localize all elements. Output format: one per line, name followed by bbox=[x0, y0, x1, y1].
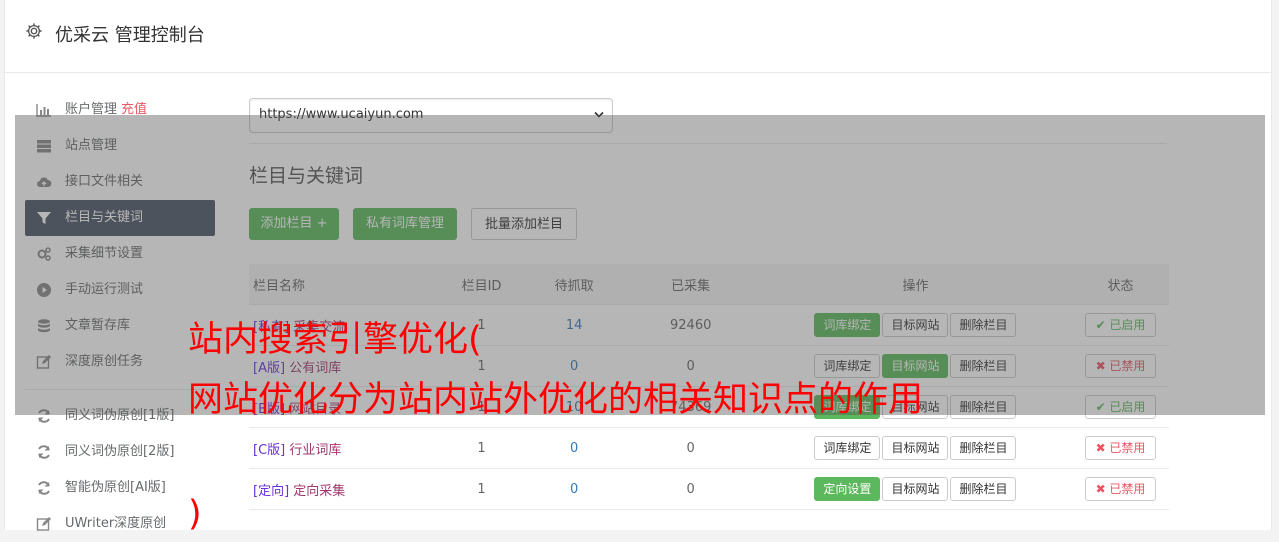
status-cell: ✖ 已禁用 bbox=[1072, 468, 1169, 510]
delete-column-button[interactable]: 删除栏目 bbox=[950, 436, 1017, 460]
column-name-cell: [定向] 定向采集 bbox=[249, 468, 438, 510]
lexicon-bind-button[interactable]: 词库绑定 bbox=[814, 436, 881, 460]
refresh-icon bbox=[38, 481, 50, 495]
refresh-icon bbox=[38, 445, 50, 459]
column-name-link[interactable]: 行业词库 bbox=[289, 443, 341, 458]
target-site-button[interactable]: 目标网站 bbox=[882, 436, 949, 460]
pending-count: 0 bbox=[525, 427, 623, 469]
overlay-text-line3: ) bbox=[188, 494, 202, 534]
sidebar-item-label: 智能伪原创[AI版] bbox=[65, 480, 166, 495]
column-id: 1 bbox=[437, 427, 526, 469]
sidebar-item-synonym-v2[interactable]: 同义词伪原创[2版] bbox=[25, 434, 215, 470]
column-name-link[interactable]: 定向采集 bbox=[293, 484, 345, 499]
sidebar-item-label: UWriter深度原创 bbox=[65, 516, 167, 531]
table-row: [定向] 定向采集 1 0 0 定向设置 目标网站 删除栏目 ✖ 已禁用 bbox=[249, 468, 1169, 510]
table-row: [C版] 行业词库 1 0 0 词库绑定 目标网站 删除栏目 ✖ 已禁用 bbox=[249, 427, 1169, 469]
sidebar-item-label: 同义词伪原创[2版] bbox=[65, 444, 175, 459]
lexicon-bind-button[interactable]: 定向设置 bbox=[814, 477, 881, 501]
column-tag: [定向] bbox=[253, 483, 290, 499]
status-toggle[interactable]: ✖ 已禁用 bbox=[1084, 477, 1157, 501]
delete-column-button[interactable]: 删除栏目 bbox=[950, 477, 1017, 501]
collected-count: 0 bbox=[622, 468, 759, 510]
page-title: 优采云 管理控制台 bbox=[55, 25, 205, 46]
ops-cell: 定向设置 目标网站 删除栏目 bbox=[758, 468, 1073, 510]
pending-count: 0 bbox=[525, 468, 623, 510]
ops-cell: 词库绑定 目标网站 删除栏目 bbox=[758, 427, 1073, 469]
gear-icon bbox=[26, 23, 42, 39]
overlay-text-line2: 网站优化分为站内站外优化的相关知识点的作用 bbox=[188, 380, 924, 420]
column-id: 1 bbox=[437, 468, 526, 510]
column-tag: [C版] bbox=[253, 442, 286, 458]
ad-overlay bbox=[15, 115, 1265, 415]
overlay-text-line1: 站内搜索引擎优化( bbox=[188, 320, 482, 360]
collected-count: 0 bbox=[622, 427, 759, 469]
header: 优采云 管理控制台 bbox=[5, 0, 1271, 73]
sidebar-item-uwriter[interactable]: UWriter深度原创 bbox=[25, 506, 215, 542]
target-site-button[interactable]: 目标网站 bbox=[882, 477, 949, 501]
status-toggle[interactable]: ✖ 已禁用 bbox=[1084, 436, 1157, 460]
sidebar-item-ai-original[interactable]: 智能伪原创[AI版] bbox=[25, 470, 215, 506]
column-name-cell: [C版] 行业词库 bbox=[249, 427, 438, 469]
status-cell: ✖ 已禁用 bbox=[1072, 427, 1169, 469]
